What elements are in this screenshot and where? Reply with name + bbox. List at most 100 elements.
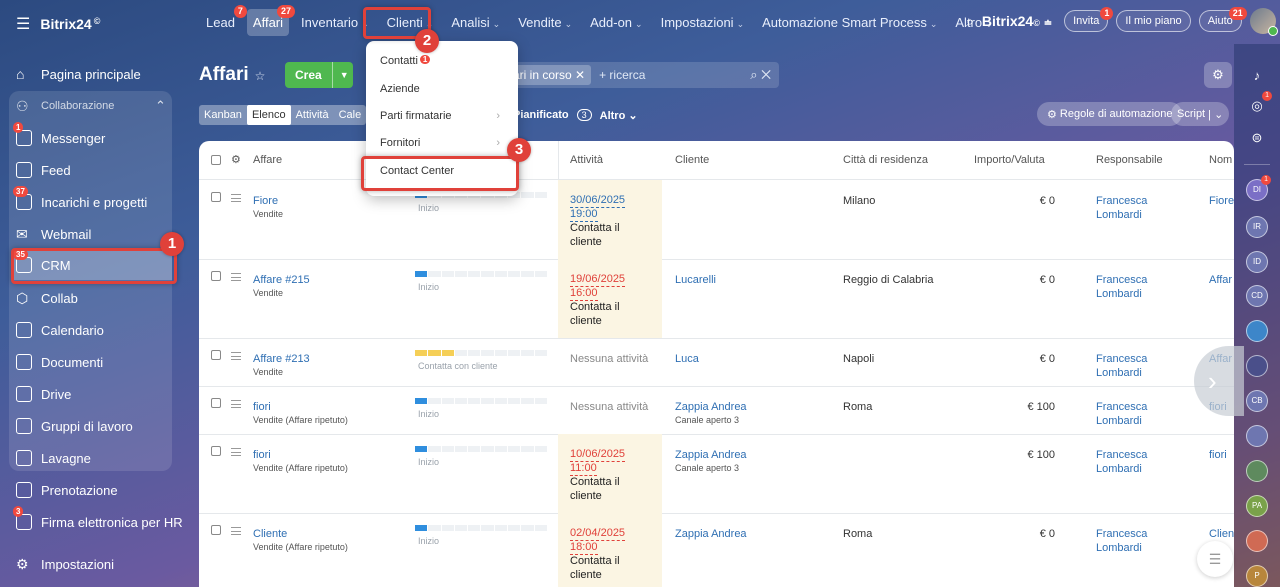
sidebar-item-calendario[interactable]: Calendario	[16, 322, 104, 338]
activity-time-value[interactable]: 19:00	[570, 208, 598, 222]
nav-tab-automazione-smart-process[interactable]: Automazione Smart Process ⌄	[756, 9, 943, 36]
column-header[interactable]: Responsabile	[1096, 141, 1163, 179]
select-all-checkbox[interactable]	[211, 155, 221, 165]
deal-name-link[interactable]: Affare #213	[253, 352, 310, 366]
name-value[interactable]: Fiore	[1209, 194, 1234, 208]
name-value[interactable]: Clien	[1209, 527, 1234, 541]
filter-chip[interactable]: ari in corso ✕	[507, 65, 592, 85]
sidebar-item-feed[interactable]: Feed	[16, 162, 71, 178]
menu-icon[interactable]: ☰	[16, 14, 30, 34]
column-header[interactable]: Nom	[1209, 141, 1232, 179]
planned-filter[interactable]: Pianificato	[513, 109, 569, 121]
activity-time-value[interactable]: 16:00	[570, 287, 598, 301]
responsible-first-name[interactable]: Francesca	[1096, 194, 1147, 208]
sidebar-item-documenti[interactable]: Documenti	[16, 354, 103, 370]
sidebar-item-collaborazione[interactable]: ⚇ ⌃ Collaborazione	[16, 98, 166, 114]
responsible-last-name[interactable]: Lombardi	[1096, 414, 1142, 428]
nav-tab-vendite[interactable]: Vendite ⌄	[512, 9, 578, 36]
chat-menu-icon[interactable]: ☰	[1197, 541, 1233, 577]
drag-handle-icon[interactable]	[231, 448, 241, 456]
chat-avatar[interactable]	[1246, 425, 1268, 447]
sidebar-item-webmail[interactable]: ✉ Webmail	[16, 226, 91, 242]
nav-tab-affari[interactable]: Affari 27	[246, 4, 296, 36]
help-button[interactable]: Aiuto 21	[1198, 7, 1247, 32]
drag-handle-icon[interactable]	[231, 273, 241, 281]
responsible-first-name[interactable]: Francesca	[1096, 400, 1147, 414]
chat-bubble-icon[interactable]: ⊜	[1246, 128, 1268, 150]
automation-rules-button[interactable]: ⚙ Regole di automazione	[1037, 102, 1183, 126]
client-link[interactable]: Zappia Andrea	[675, 448, 747, 462]
chat-avatar[interactable]: CB	[1246, 390, 1268, 412]
bell-icon[interactable]: ♪	[1246, 66, 1268, 88]
chat-avatar[interactable]	[1246, 320, 1268, 342]
nav-tab-lead[interactable]: Lead 7	[200, 4, 247, 36]
row-checkbox[interactable]	[211, 525, 221, 535]
responsible-first-name[interactable]: Francesca	[1096, 448, 1147, 462]
tab-list[interactable]: Elenco	[246, 105, 291, 125]
tab-calendar[interactable]: Cale	[334, 105, 367, 125]
search-icon[interactable]: ⌕	[966, 13, 974, 30]
row-checkbox[interactable]	[211, 446, 221, 456]
deal-name-link[interactable]: fiori	[253, 448, 271, 462]
menu-item-fornitori[interactable]: Fornitori	[380, 137, 420, 149]
activity-time[interactable]: 19:00	[570, 207, 598, 222]
client-link[interactable]: Zappia Andrea	[675, 400, 747, 414]
responsible-first-name[interactable]: Francesca	[1096, 273, 1147, 287]
tab-kanban[interactable]: Kanban	[199, 105, 247, 125]
sidebar-item-drive[interactable]: Drive	[16, 386, 71, 402]
my-plan-button[interactable]: Il mio piano	[1116, 10, 1191, 32]
search-input[interactable]: + ricerca	[599, 68, 645, 82]
filter-search[interactable]: ari in corso ✕ + ricerca ⌕ ✕	[505, 62, 779, 88]
menu-item-parti-firmatarie[interactable]: Parti firmatarie	[380, 110, 452, 122]
client-link[interactable]: Luca	[675, 352, 699, 366]
gear-icon[interactable]: ⚙	[1204, 62, 1232, 88]
deal-name-link[interactable]: Affare #215	[253, 273, 310, 287]
activity-date[interactable]: 02/04/2025	[570, 527, 626, 541]
row-checkbox[interactable]	[211, 398, 221, 408]
activity-deadline[interactable]: 19/06/2025	[570, 272, 626, 287]
chevron-up-icon[interactable]: ⌃	[155, 98, 166, 114]
sidebar-item-lavagne[interactable]: Lavagne	[16, 450, 91, 466]
name-value[interactable]: fiori	[1209, 448, 1227, 462]
nav-tab-analisi[interactable]: Analisi ⌄	[445, 9, 506, 36]
more-filter[interactable]: Altro ⌄	[600, 109, 638, 122]
stage-progress-bar[interactable]	[415, 398, 547, 404]
script-button[interactable]: Script | ⌄	[1171, 102, 1230, 126]
activity-date[interactable]: 30/06/2025	[570, 194, 626, 208]
client-link[interactable]: Lucarelli	[675, 273, 716, 287]
logo[interactable]: ☰ Bitrix24 ©	[16, 14, 100, 34]
activity-time-value[interactable]: 18:00	[570, 541, 598, 555]
activity-time[interactable]: 16:00	[570, 286, 598, 301]
tab-activities[interactable]: Attività	[291, 105, 334, 125]
chat-avatar[interactable]: DI 1	[1246, 175, 1271, 201]
stage-progress-bar[interactable]	[415, 525, 547, 531]
sidebar-item-pagina-principale[interactable]: ⌂ Pagina principale	[16, 66, 141, 82]
menu-item-contatti[interactable]: Contatti 1	[380, 55, 431, 67]
responsible-last-name[interactable]: Lombardi	[1096, 366, 1142, 380]
sidebar-item-impostazioni[interactable]: ⚙ Impostazioni	[16, 556, 114, 572]
chat-avatar[interactable]: ID	[1246, 251, 1268, 273]
responsible-last-name[interactable]: Lombardi	[1096, 541, 1142, 555]
sidebar-item-firma-elettronica-per-hr[interactable]: 3 Firma elettronica per HR	[13, 506, 183, 530]
responsible-last-name[interactable]: Lombardi	[1096, 208, 1142, 222]
activity-time[interactable]: 11:00	[570, 461, 597, 476]
chat-avatar[interactable]: P	[1246, 565, 1268, 587]
sidebar-item-collab[interactable]: ⬡ Collab	[16, 290, 78, 306]
client-link[interactable]: Zappia Andrea	[675, 527, 747, 541]
stage-progress-bar[interactable]	[415, 350, 547, 356]
sidebar-item-gruppi-di-lavoro[interactable]: Gruppi di lavoro	[16, 418, 133, 434]
deal-name-link[interactable]: Fiore	[253, 194, 278, 208]
search-clear-icon[interactable]: ⌕ ✕	[750, 67, 771, 83]
column-header[interactable]: Importo/Valuta	[974, 141, 1045, 179]
activity-time[interactable]: 18:00	[570, 540, 598, 555]
responsible-first-name[interactable]: Francesca	[1096, 352, 1147, 366]
chat-avatar[interactable]: PA	[1246, 495, 1268, 517]
nav-tab-add-on[interactable]: Add-on ⌄	[584, 9, 648, 36]
responsible-first-name[interactable]: Francesca	[1096, 527, 1147, 541]
invite-button[interactable]: Invita 1	[1064, 7, 1114, 32]
column-header[interactable]: Città di residenza	[843, 141, 928, 179]
activity-time-value[interactable]: 11:00	[570, 462, 597, 476]
activity-deadline[interactable]: 02/04/2025	[570, 526, 626, 541]
column-settings-icon[interactable]: ⚙	[231, 141, 241, 179]
drag-handle-icon[interactable]	[231, 194, 241, 202]
